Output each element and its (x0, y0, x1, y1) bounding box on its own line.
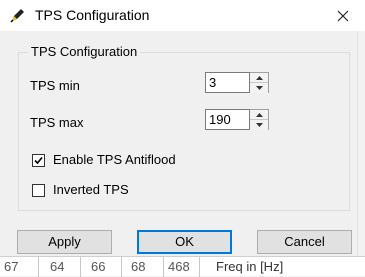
inverted-tps-checkbox[interactable] (32, 184, 45, 197)
tps-min-label: TPS min (30, 78, 80, 93)
arrow-up-icon (256, 113, 263, 117)
arrow-down-icon (256, 86, 263, 90)
cell-divider (121, 257, 122, 277)
cell-divider (199, 257, 200, 277)
background-cell: 68 (131, 259, 146, 274)
tps-min-decrement-button[interactable] (250, 83, 268, 93)
tps-min-increment-button[interactable] (250, 73, 268, 83)
arrow-up-icon (256, 76, 263, 80)
background-cell: 67 (4, 259, 19, 274)
cell-divider (80, 257, 81, 277)
tps-min-input[interactable] (205, 72, 250, 93)
inverted-tps-label[interactable]: Inverted TPS (53, 182, 129, 198)
tps-max-spinner (250, 109, 269, 130)
enable-antiflood-label[interactable]: Enable TPS Antiflood (53, 152, 176, 168)
tps-max-label: TPS max (30, 115, 84, 130)
background-cell: 66 (91, 259, 106, 274)
tps-max-decrement-button[interactable] (250, 120, 268, 130)
apply-button[interactable]: Apply (17, 230, 112, 254)
close-icon (337, 10, 349, 22)
checkmark-icon (34, 156, 43, 165)
background-window-table-row: 67 64 66 68 468 Freq in [Hz] (0, 256, 365, 277)
cancel-button[interactable]: Cancel (257, 230, 352, 254)
background-cell: 64 (50, 259, 65, 274)
background-cell: Freq in [Hz] (216, 259, 284, 274)
group-title: TPS Configuration (28, 45, 141, 59)
arrow-down-icon (256, 123, 263, 127)
cell-divider (38, 257, 39, 277)
close-button[interactable] (333, 6, 353, 26)
tps-max-input[interactable] (205, 109, 250, 130)
enable-antiflood-checkbox[interactable] (32, 154, 45, 167)
background-window-edge (357, 31, 365, 256)
pencil-icon (9, 7, 26, 24)
ok-button[interactable]: OK (137, 230, 232, 254)
window-title: TPS Configuration (35, 7, 150, 23)
background-cell: 468 (168, 259, 190, 274)
tps-min-spinner (250, 72, 269, 93)
tps-max-increment-button[interactable] (250, 110, 268, 120)
cell-divider (163, 257, 164, 277)
